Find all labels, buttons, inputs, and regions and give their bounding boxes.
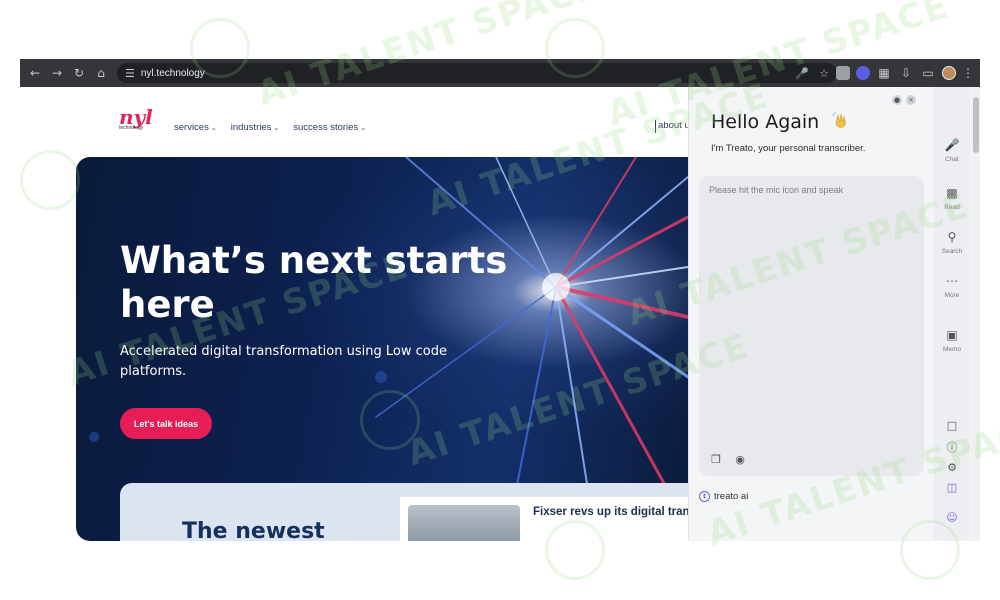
lets-talk-ideas-button[interactable]: Let's talk ideas <box>120 408 212 439</box>
browser-toolbar: ← → ↻ ⌂ ☰ nyl.technology 🎤 ☆ ▦ ⇩ ▭ ⋮ <box>20 59 980 87</box>
chevron-down-icon: ⌄ <box>273 125 280 132</box>
logo-text: nyl <box>119 105 153 129</box>
hero-subtitle: Accelerated digital transformation using… <box>120 344 447 379</box>
book-icon: ▩ <box>946 186 958 200</box>
nav-item-services[interactable]: services ⌄ <box>174 122 217 133</box>
voice-search-icon[interactable]: 🎤 <box>795 67 809 80</box>
mic-icon: 🎤 <box>944 138 960 152</box>
address-bar[interactable]: ☰ nyl.technology 🎤 ☆ <box>117 63 837 83</box>
puzzle-icon[interactable]: ▦ <box>876 59 892 87</box>
treato-logo-icon: t <box>699 491 710 502</box>
settings-icon[interactable]: ⚙ <box>934 461 970 474</box>
account-icon[interactable]: ☺ <box>934 511 970 524</box>
download-icon[interactable]: ⇩ <box>898 59 914 87</box>
rail-item-read[interactable]: ▩ Read <box>934 185 970 211</box>
extension-icon[interactable] <box>836 66 850 80</box>
site-info-icon[interactable]: ☰ <box>125 67 135 80</box>
treato-side-panel: ● × Hello Again I'm Treato, your persona… <box>688 87 980 541</box>
browser-extensions: ▦ ⇩ ▭ ⋮ <box>836 59 974 87</box>
rail-item-memo[interactable]: ▣ Memo <box>934 327 970 353</box>
nav-label: services <box>174 122 209 133</box>
rail-label: Chat <box>945 156 959 163</box>
nav-item-about[interactable]: about u <box>655 120 690 133</box>
site-header: nyl technology services ⌄ industries ⌄ suc… <box>20 87 690 157</box>
gift-icon[interactable]: ◫ <box>934 481 970 494</box>
more-icon: ⋯ <box>946 274 958 288</box>
home-icon[interactable]: ⌂ <box>90 59 112 87</box>
chevron-down-icon: ⌄ <box>210 125 217 132</box>
nav-label: success stories <box>293 122 359 133</box>
panel-rail: 🎤 Chat ▩ Read ⚲ Search ⋯ More ▣ Memo □ ⓘ… <box>934 87 970 541</box>
search-icon: ⚲ <box>947 230 957 244</box>
story-card[interactable]: Fixser revs up its digital tran with NYL… <box>400 497 693 541</box>
story-thumbnail <box>408 505 520 541</box>
memo-icon: ▣ <box>946 328 958 342</box>
rail-label: Read <box>944 204 960 211</box>
address-bar-actions: 🎤 ☆ <box>795 63 829 83</box>
nav-item-industries[interactable]: industries ⌄ <box>231 122 280 133</box>
record-icon[interactable]: ◉ <box>733 452 747 466</box>
assistant-intro: I'm Treato, your personal transcriber. <box>711 143 866 154</box>
light-streak <box>555 157 637 288</box>
panel-scrollbar[interactable] <box>971 87 980 541</box>
scroll-thumb[interactable] <box>973 97 979 153</box>
panel-controls: ● × <box>892 95 916 105</box>
profile-avatar[interactable] <box>942 66 956 80</box>
rail-item-search[interactable]: ⚲ Search <box>934 229 970 255</box>
greeting-heading: Hello Again <box>711 111 820 133</box>
feedback-icon[interactable]: □ <box>934 419 970 432</box>
kebab-menu-icon[interactable]: ⋮ <box>962 59 974 87</box>
back-arrow-icon[interactable]: ← <box>24 59 46 87</box>
bookmark-star-icon[interactable]: ☆ <box>819 67 829 80</box>
nav-label: industries <box>230 122 272 133</box>
chevron-down-icon: ⌄ <box>360 125 367 132</box>
pin-icon[interactable]: ● <box>892 95 902 105</box>
main-nav: services ⌄ industries ⌄ success stories ⌄ <box>174 122 366 133</box>
help-icon[interactable]: ⓘ <box>934 439 970 455</box>
bokeh-dot <box>89 432 99 442</box>
treato-brand[interactable]: t treato ai <box>699 491 748 502</box>
rail-item-more[interactable]: ⋯ More <box>934 273 970 299</box>
hero-title: What’s next starts here <box>120 239 508 326</box>
newest-heading: The newest <box>182 519 325 541</box>
rail-item-chat[interactable]: 🎤 Chat <box>934 137 970 163</box>
brand-label: treato ai <box>714 491 749 502</box>
light-core <box>542 273 570 301</box>
address-url: nyl.technology <box>140 67 205 79</box>
rail-label: Search <box>941 248 963 255</box>
copy-icon[interactable]: ❐ <box>709 452 723 466</box>
reload-icon[interactable]: ↻ <box>68 59 90 87</box>
browser-window: ← → ↻ ⌂ ☰ nyl.technology 🎤 ☆ ▦ ⇩ ▭ ⋮ nyl… <box>20 59 980 541</box>
transcription-box: ❐ ◉ <box>699 176 924 476</box>
nyl-logo[interactable]: nyl technology <box>119 105 153 139</box>
forward-arrow-icon[interactable]: → <box>46 59 68 87</box>
transcription-actions: ❐ ◉ <box>709 452 747 466</box>
story-title[interactable]: Fixser revs up its digital tran with NYL… <box>533 505 693 520</box>
treato-extension-icon[interactable] <box>856 66 870 80</box>
rail-label: More <box>944 292 960 299</box>
transcription-input[interactable] <box>699 176 924 436</box>
screenshot-stage: ← → ↻ ⌂ ☰ nyl.technology 🎤 ☆ ▦ ⇩ ▭ ⋮ nyl… <box>0 0 1000 600</box>
waving-hand-icon <box>832 112 846 128</box>
close-icon[interactable]: × <box>906 95 916 105</box>
side-panel-icon[interactable]: ▭ <box>920 59 936 87</box>
nav-item-success-stories[interactable]: success stories ⌄ <box>293 122 366 133</box>
rail-label: Memo <box>942 346 962 353</box>
